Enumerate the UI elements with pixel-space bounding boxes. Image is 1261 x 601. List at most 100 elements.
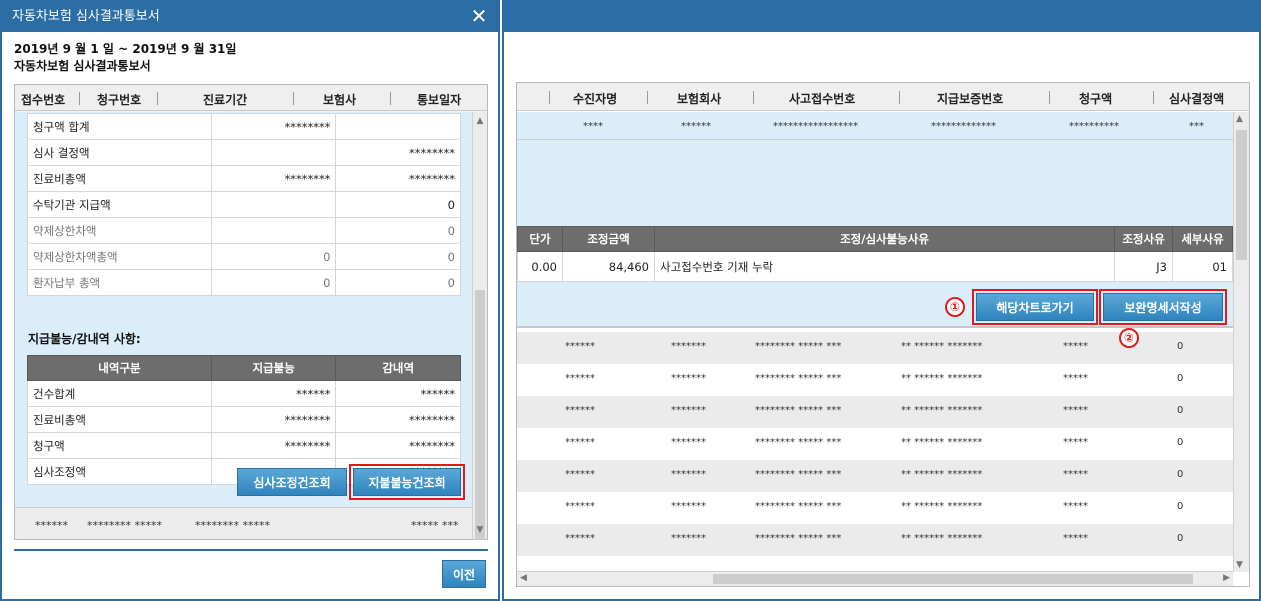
divider [14, 549, 488, 551]
table-row[interactable]: ****** ******* ******** ***** *** ** ******… [517, 492, 1233, 524]
cell: ****** [565, 437, 595, 448]
table-row: 진료비총액 ******** ******** [27, 406, 461, 433]
go-chart-button[interactable]: 해당차트로가기 [976, 293, 1094, 321]
review-result-dialog: 자동차보험 심사결과통보서 ✕ 2019년 9 월 1 일 ~ 2019년 9 … [0, 0, 500, 601]
col-accident-no[interactable]: 사고접수번호 [789, 90, 855, 107]
row-value: 0 [335, 191, 461, 218]
scroll-right-icon[interactable]: ▶ [1223, 573, 1230, 583]
table-row[interactable]: ****** ******* ******** ***** *** ** ******… [517, 364, 1233, 396]
cell: ******** ***** *** [755, 437, 842, 448]
cell: ******* [671, 533, 706, 544]
summary-footer-row: ****** ******** ***** ******** ***** ***… [15, 507, 473, 539]
cell: ******* [671, 437, 706, 448]
row-value: 0 [335, 243, 461, 270]
footer-cell: ******** ***** [87, 519, 162, 532]
row-label: 건수합계 [27, 380, 212, 407]
col-claim-amount[interactable]: 청구액 [1079, 90, 1112, 107]
scroll-thumb[interactable] [475, 290, 485, 540]
row-label: 청구액 합계 [27, 113, 212, 140]
table-row[interactable]: ****** ******* ******** ***** *** ** ******… [517, 396, 1233, 428]
row-value: 0 [335, 269, 461, 296]
cell: 84,460 [562, 251, 655, 282]
col-detail-code: 세부사유 [1172, 226, 1233, 252]
cell: ******** ***** *** [755, 501, 842, 512]
col-claim-no[interactable]: 청구번호 [97, 91, 141, 108]
cell: ***** [1063, 533, 1088, 544]
table-header: 내역구분 지급불능 감내역 [27, 355, 461, 381]
table-row: 약제상한차액 0 [27, 217, 461, 244]
cell: ******** ***** *** [755, 405, 842, 416]
row-value: 0 [210, 269, 337, 296]
summary-scrollbar[interactable]: ▲ ▼ [472, 112, 487, 540]
row-label: 약제상한차액 [27, 217, 212, 244]
row-label: 심사조정액 [27, 458, 212, 485]
cell: 0 [1177, 469, 1184, 480]
detail-vertical-scrollbar[interactable]: ▲ ▼ [1233, 112, 1249, 572]
cell: *** [1189, 121, 1204, 132]
scroll-thumb[interactable] [713, 574, 1193, 584]
col-notice-date[interactable]: 통보일자 [417, 91, 461, 108]
cell: ** ****** ******* [901, 341, 983, 352]
table-row[interactable]: ****** ******* ******** ***** *** ** ******… [517, 460, 1233, 492]
cell: ***************** [773, 121, 858, 132]
scroll-left-icon[interactable]: ◀ [520, 573, 527, 583]
cell: ************* [931, 121, 996, 132]
col-insurance-company[interactable]: 보험회사 [677, 90, 721, 107]
cell: ******* [671, 469, 706, 480]
col-guarantee-no[interactable]: 지급보증번호 [937, 90, 1003, 107]
scroll-up-icon[interactable]: ▲ [1236, 114, 1243, 124]
table-row: 환자납부 총액 0 0 [27, 269, 461, 296]
cell: ***** [1063, 341, 1088, 352]
dialog-title: 자동차보험 심사결과통보서 [12, 9, 160, 24]
col-patient-name[interactable]: 수진자명 [573, 90, 617, 107]
adjustment-table: 단가 조정금액 조정/심사불능사유 조정사유 세부사유 0.00 84,460 … [517, 226, 1233, 282]
row-value: ******** [210, 113, 337, 140]
cell: J3 [1114, 251, 1173, 282]
row-value: ****** [335, 380, 461, 407]
row-label: 심사 결정액 [27, 139, 212, 166]
review-adjust-button[interactable]: 심사조정건조회 [237, 468, 347, 496]
table-row: 약제상한차액총액 0 0 [27, 243, 461, 270]
row-value: ******** [335, 432, 461, 459]
cell: ******** ***** *** [755, 469, 842, 480]
row-value: ******** [210, 432, 337, 459]
table-row: 청구액 합계 ******** [27, 113, 461, 140]
cell: ******* [671, 341, 706, 352]
col-deduction: 감내역 [335, 355, 461, 381]
cell: ********** [1069, 121, 1119, 132]
cell: ** ****** ******* [901, 533, 983, 544]
row-label: 진료비총액 [27, 406, 212, 433]
col-receipt-no[interactable]: 접수번호 [21, 91, 65, 108]
cell: ***** [1063, 405, 1088, 416]
table-row[interactable]: 0.00 84,460 사고접수번호 기재 누락 J3 01 [517, 251, 1233, 282]
row-label: 진료비총액 [27, 165, 212, 192]
col-nonpayment: 지급불능 [210, 355, 337, 381]
period-text: 2019년 9 월 1 일 ~ 2019년 9 월 31일 [14, 42, 237, 56]
cell: ****** [565, 501, 595, 512]
col-adjust-reason: 조정/심사불능사유 [654, 226, 1115, 252]
table-row: 청구액 ******** ******** [27, 432, 461, 459]
table-row[interactable]: **** ****** ***************** **********… [517, 112, 1233, 140]
scroll-down-icon[interactable]: ▼ [473, 523, 487, 537]
cell: 01 [1172, 251, 1233, 282]
nonpayment-button[interactable]: 지불불능건조회 [353, 468, 461, 496]
write-supplement-button[interactable]: 보완명세서작성 [1103, 293, 1223, 321]
prev-button[interactable]: 이전 [442, 560, 486, 588]
close-icon[interactable]: ✕ [468, 5, 490, 27]
cell: ***** [1063, 437, 1088, 448]
table-row[interactable]: ****** ******* ******** ***** *** ** ******… [517, 524, 1233, 556]
cell: ******** ***** *** [755, 341, 842, 352]
scroll-thumb[interactable] [1236, 130, 1247, 260]
col-unit-price: 단가 [517, 226, 563, 252]
col-treatment-period[interactable]: 진료기간 [203, 91, 247, 108]
scroll-down-icon[interactable]: ▼ [1236, 560, 1243, 570]
cell: 0.00 [517, 251, 563, 282]
table-row[interactable]: ****** ******* ******** ***** *** ** ******… [517, 428, 1233, 460]
callout-marker-2: ② [1119, 328, 1139, 348]
detail-horizontal-scrollbar[interactable]: ◀ ▶ [517, 571, 1233, 586]
cell: ****** [565, 533, 595, 544]
col-insurer[interactable]: 보험사 [323, 91, 356, 108]
col-decision-amount[interactable]: 심사결정액 [1169, 90, 1224, 107]
scroll-up-icon[interactable]: ▲ [473, 114, 487, 128]
row-value: ******** [335, 165, 461, 192]
